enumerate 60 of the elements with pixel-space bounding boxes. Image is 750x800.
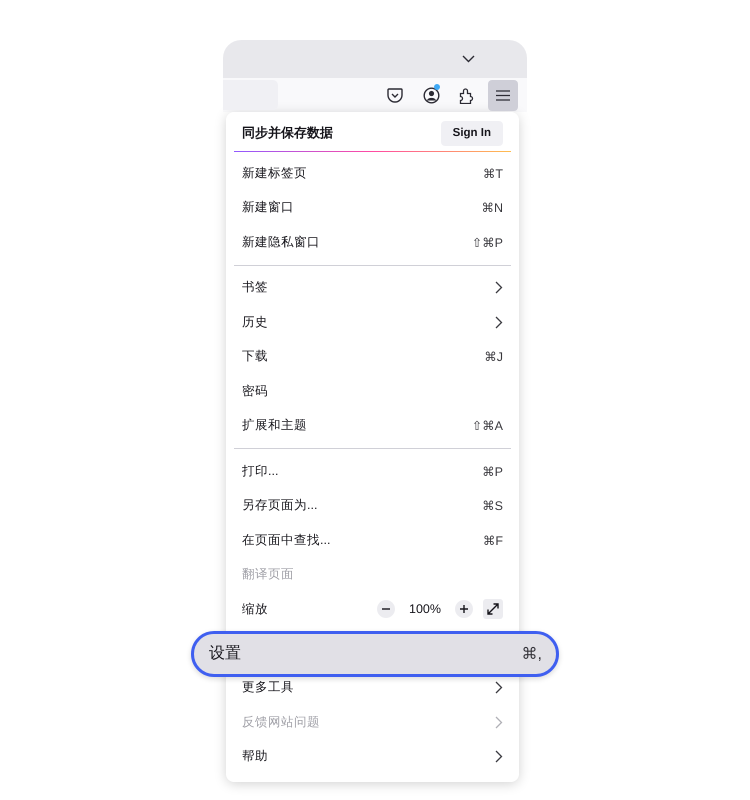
menu-item[interactable]: 新建隐私窗口 ⇧⌘P bbox=[226, 225, 519, 260]
menu-item[interactable]: 在页面中查找... ⌘F bbox=[226, 523, 519, 558]
shortcut-text: ⌘N bbox=[481, 200, 503, 216]
menu-item[interactable]: 下载 ⌘J bbox=[226, 340, 519, 374]
shortcut-text: ⌘T bbox=[482, 166, 503, 181]
menu-item-label: 缩放 bbox=[242, 600, 268, 618]
expand-icon bbox=[487, 603, 499, 616]
menu-item[interactable]: 扩展和主题 ⇧⌘A bbox=[226, 408, 519, 443]
menu-item[interactable]: 打印... ⌘P bbox=[226, 454, 519, 488]
menu-item[interactable]: 新建窗口 ⌘N bbox=[226, 190, 519, 225]
fullscreen-button[interactable] bbox=[483, 599, 503, 620]
menu-item-label: 打印... bbox=[242, 462, 278, 480]
chevron-right-icon bbox=[495, 750, 503, 764]
menu-item[interactable]: 密码 bbox=[226, 374, 519, 408]
menu-item[interactable]: 历史 bbox=[226, 305, 519, 340]
shortcut-text: ⌘, bbox=[522, 644, 542, 664]
chevron-down-icon[interactable] bbox=[462, 55, 475, 63]
menu-item[interactable]: 帮助 bbox=[226, 740, 519, 774]
account-icon bbox=[422, 86, 440, 104]
zoom-level-text: 100% bbox=[408, 602, 442, 616]
zoom-out-button[interactable] bbox=[377, 600, 395, 618]
shortcut-text: ⌘S bbox=[482, 498, 503, 514]
menu-item-label: 密码 bbox=[242, 382, 268, 400]
menu-item-label: 反馈网站问题 bbox=[242, 714, 320, 731]
menu-item[interactable]: 书签 bbox=[226, 270, 519, 305]
shortcut-text: ⌘J bbox=[484, 349, 503, 364]
minus-icon bbox=[382, 608, 390, 610]
chevron-right-icon bbox=[495, 681, 503, 694]
menu-item-label: 更多工具 bbox=[242, 679, 294, 696]
shortcut-text: ⇧⌘A bbox=[472, 418, 503, 434]
menu-item-label: 新建隐私窗口 bbox=[242, 234, 320, 251]
menu-item-label: 翻译页面 bbox=[242, 566, 294, 584]
zoom-in-button[interactable] bbox=[455, 600, 473, 618]
pocket-icon bbox=[387, 88, 403, 102]
shortcut-text: ⇧⌘P bbox=[472, 234, 503, 250]
menu-item-label: 书签 bbox=[242, 279, 268, 296]
menu-item-label: 在页面中查找... bbox=[242, 532, 330, 549]
menu-item-label: 帮助 bbox=[242, 748, 268, 766]
puzzle-icon bbox=[459, 86, 475, 104]
menu-item-label: 新建标签页 bbox=[242, 164, 307, 182]
menu-item-label: 设置 bbox=[209, 644, 241, 664]
sync-title: 同步并保存数据 bbox=[242, 124, 333, 142]
highlighted-menu-item[interactable]: 设置 ⌘, bbox=[191, 630, 559, 676]
menu-item-label: 历史 bbox=[242, 314, 268, 331]
notification-dot bbox=[434, 84, 440, 90]
sign-in-button[interactable]: Sign In bbox=[440, 120, 503, 146]
shortcut-text: ⌘F bbox=[482, 532, 503, 548]
shortcut-text: ⌘P bbox=[482, 464, 503, 479]
menu-item-label: 下载 bbox=[242, 348, 268, 366]
chevron-right-icon bbox=[495, 281, 503, 294]
menu-item-label: 扩展和主题 bbox=[242, 417, 307, 434]
menu-item-label: 新建窗口 bbox=[242, 199, 294, 216]
chevron-right-icon bbox=[495, 316, 503, 329]
menu-item[interactable]: 新建标签页 ⌘T bbox=[226, 156, 519, 190]
plus-icon bbox=[460, 605, 468, 614]
menu-button[interactable] bbox=[488, 80, 518, 110]
menu-item[interactable]: 另存页面为... ⌘S bbox=[226, 488, 519, 523]
menu-item-label: 另存页面为... bbox=[242, 497, 318, 514]
chevron-right-icon bbox=[495, 716, 503, 729]
menu-icon bbox=[496, 90, 510, 100]
